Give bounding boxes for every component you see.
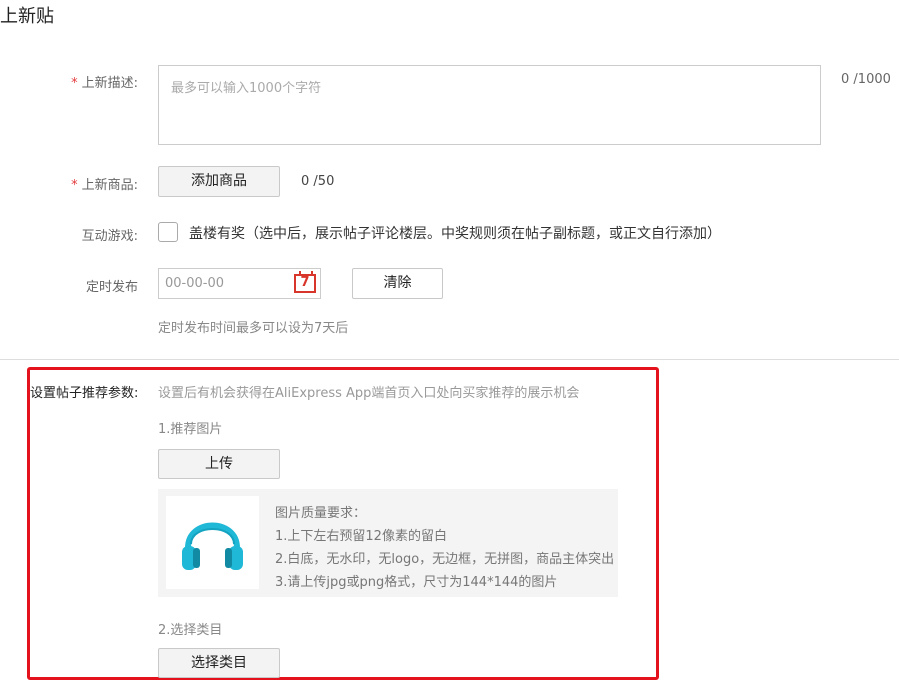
game-label: 互动游戏: (81, 229, 138, 244)
requirement-item: 1.上下左右预留12像素的留白 (275, 529, 447, 544)
recommend-label: 设置帖子推荐参数: (30, 386, 139, 401)
image-section-title: 1.推荐图片 (158, 422, 223, 437)
required-mark: * (71, 76, 78, 91)
section-divider (0, 359, 899, 360)
schedule-date-placeholder: 00-00-00 (165, 276, 225, 291)
requirement-item: 2.白底，无水印，无logo，无边框，无拼图，商品主体突出 (275, 552, 615, 567)
required-mark: * (71, 178, 78, 193)
requirement-item: 3.请上传jpg或png格式，尺寸为144*144的图片 (275, 575, 558, 590)
image-requirements-panel: 图片质量要求： 1.上下左右预留12像素的留白 2.白底，无水印，无logo，无… (158, 489, 618, 597)
products-counter: 0 /50 (301, 174, 335, 189)
category-section-title: 2.选择类目 (158, 623, 223, 638)
calendar-icon[interactable]: 7 (294, 271, 316, 293)
add-product-button[interactable]: 添加商品 (158, 166, 280, 197)
page-title: 上新贴 (0, 6, 54, 27)
requirements-title: 图片质量要求： (275, 506, 367, 521)
clear-button[interactable]: 清除 (352, 268, 443, 299)
select-category-button[interactable]: 选择类目 (158, 648, 280, 678)
headphone-icon (182, 522, 243, 570)
schedule-date-input[interactable]: 00-00-00 7 (158, 268, 321, 299)
products-label: * 上新商品: (71, 178, 138, 193)
description-counter: 0 /1000 (841, 72, 891, 87)
game-checkbox[interactable] (158, 222, 178, 242)
upload-button[interactable]: 上传 (158, 449, 280, 479)
game-checkbox-label[interactable]: 盖楼有奖（选中后，展示帖子评论楼层。中奖规则须在帖子副标题，或正文自行添加） (189, 223, 721, 243)
schedule-hint: 定时发布时间最多可以设为7天后 (158, 321, 349, 336)
description-label: * 上新描述: (71, 76, 138, 91)
description-textarea[interactable]: 最多可以输入1000个字符 (158, 65, 821, 145)
schedule-label: 定时发布 (85, 280, 138, 295)
sample-image (166, 496, 259, 589)
recommend-description: 设置后有机会获得在AliExpress App端首页入口处向买家推荐的展示机会 (158, 386, 580, 401)
description-placeholder: 最多可以输入1000个字符 (171, 81, 322, 96)
